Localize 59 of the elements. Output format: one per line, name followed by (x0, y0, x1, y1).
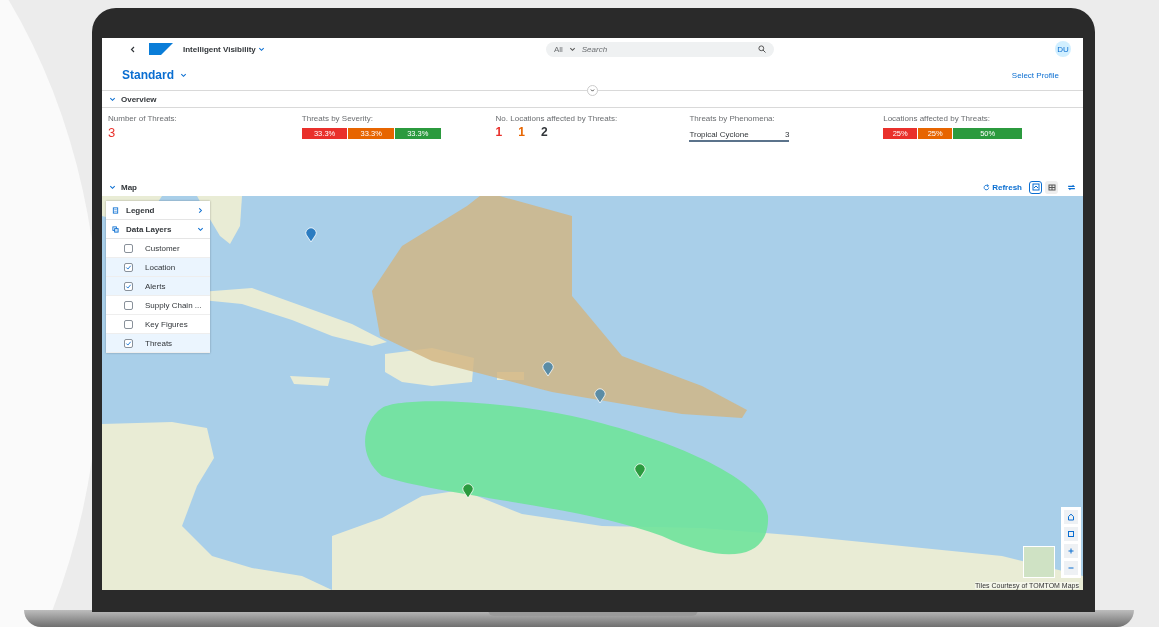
plus-icon (1067, 547, 1075, 555)
kpi-label: Threats by Severity: (301, 114, 374, 123)
chevron-icon (257, 45, 265, 53)
search-icon[interactable] (757, 45, 766, 53)
collapse-header-button[interactable] (587, 85, 598, 96)
zoom-in-button[interactable] (1064, 544, 1078, 558)
logo-icon (149, 43, 173, 55)
home-button[interactable] (1064, 510, 1078, 524)
search-field[interactable]: All Search (545, 41, 774, 57)
chevron-icon (180, 71, 187, 79)
minus-icon (1067, 564, 1075, 572)
layer-checkbox[interactable] (124, 262, 133, 272)
swap-arrows-icon[interactable] (1067, 182, 1076, 192)
user-avatar[interactable]: DU (1055, 41, 1071, 57)
section-title: Overview (121, 94, 157, 104)
chevron-icon (568, 45, 576, 53)
layer-label: Customer (145, 243, 180, 253)
section-title: Map (121, 182, 137, 192)
layer-label: Key Figures (145, 319, 188, 329)
kpi-label: Locations affected by Threats: (883, 114, 992, 123)
layer-checkbox[interactable] (124, 338, 133, 348)
view-toggle-button[interactable] (1029, 180, 1042, 194)
count-value: 1 (495, 125, 503, 139)
grid-icon (1047, 183, 1056, 191)
layer-checkbox[interactable] (124, 319, 133, 329)
refresh-button[interactable]: Refresh (979, 182, 1026, 192)
layer-label: Threats (145, 338, 173, 348)
layer-checkbox[interactable] (124, 281, 133, 291)
image-icon (1031, 183, 1040, 191)
layers-icon (112, 225, 119, 233)
count-value: 1 (518, 125, 525, 139)
kpi-label: Threats by Phenomena: (689, 114, 776, 123)
chevron-icon (109, 183, 116, 191)
app-title-menu[interactable]: Intelligent Visibility (183, 44, 265, 54)
panel-section-header[interactable]: Legend (106, 201, 210, 220)
kpi-value: 3 (108, 125, 117, 140)
count-value: 2 (540, 125, 548, 139)
home-icon (1067, 513, 1075, 521)
chevron-icon (590, 88, 595, 93)
kpi-label: No. Locations affected by Threats: (495, 114, 619, 123)
layer-label: Supply Chain ... (145, 300, 202, 310)
layer-checkbox[interactable] (124, 300, 133, 310)
back-icon (130, 45, 135, 53)
variant-selector[interactable]: Standard (122, 68, 187, 82)
layer-checkbox[interactable] (124, 243, 133, 253)
zoom-out-button[interactable] (1064, 561, 1078, 575)
scope-select[interactable]: All (553, 44, 576, 54)
phenomenon-row[interactable]: Tropical Cyclone 3 (689, 130, 790, 142)
fit-view-button[interactable] (1064, 527, 1078, 541)
view-toggle-button[interactable] (1045, 180, 1058, 194)
refresh-icon (983, 183, 991, 191)
chevron-icon (109, 95, 116, 103)
layer-label: Alerts (145, 281, 166, 291)
select-profile-link[interactable]: Select Profile (1011, 70, 1059, 80)
chevron-icon (197, 206, 204, 214)
layer-label: Location (145, 262, 176, 272)
kpi-label: Number of Threats: (108, 114, 178, 123)
list-icon (112, 206, 119, 214)
chevron-icon (197, 225, 204, 233)
